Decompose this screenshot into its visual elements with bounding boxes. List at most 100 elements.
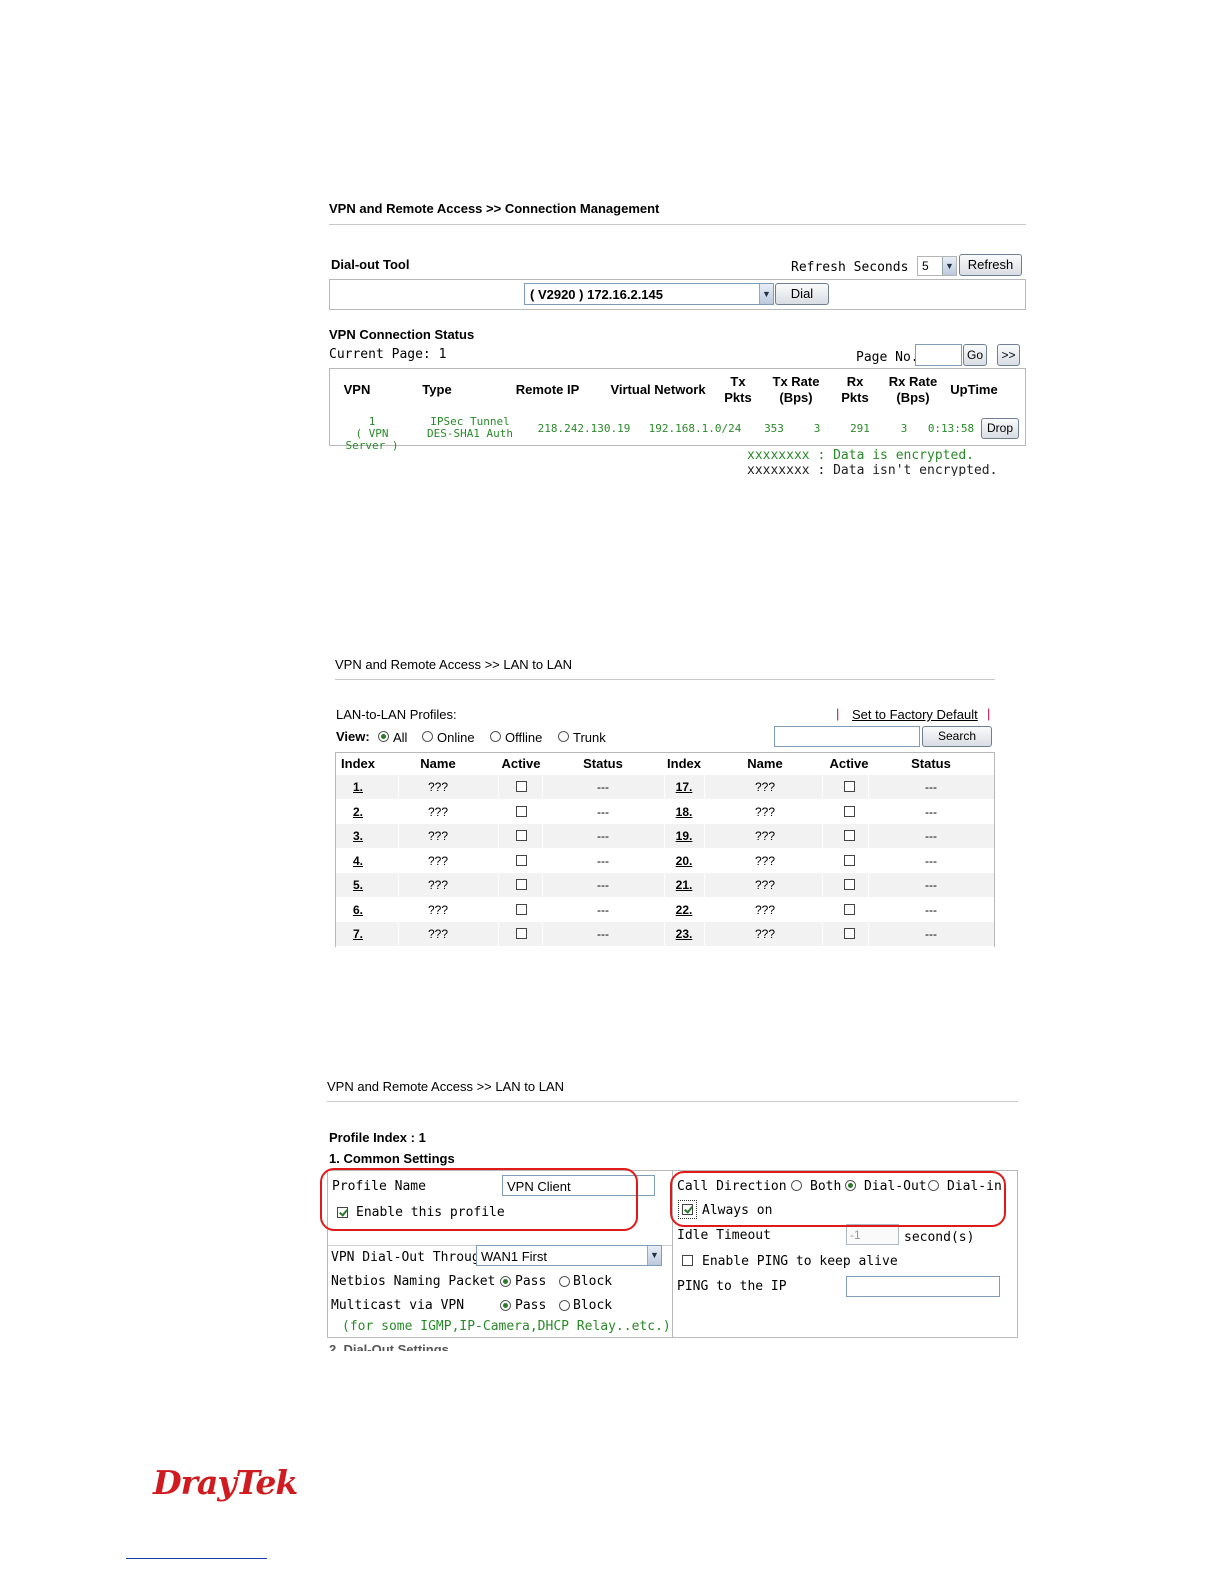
multicast-block-radio[interactable] [559,1300,570,1311]
profile-index-link[interactable]: 22. [664,903,704,917]
next-page-button[interactable]: >> [997,344,1020,366]
active-checkbox[interactable] [516,904,527,915]
drop-button[interactable]: Drop [981,418,1019,439]
profile-status: --- [597,805,609,819]
active-checkbox[interactable] [516,806,527,817]
profile-index-link[interactable]: 3. [338,829,378,843]
profile-status: --- [925,927,937,941]
column-header: VPN [343,382,371,397]
breadcrumb: VPN and Remote Access >> Connection Mana… [329,201,660,216]
dial-target-select[interactable]: ( V2920 ) 172.16.2.145 ▼ [524,283,774,305]
active-checkbox[interactable] [516,855,527,866]
active-checkbox[interactable] [844,781,855,792]
column-header: Remote IP [515,382,580,397]
active-checkbox[interactable] [844,830,855,841]
vpn-index: 1 ( VPN Server ) [333,416,411,452]
profile-index-link[interactable]: 20. [664,854,704,868]
netbios-pass-radio[interactable] [500,1276,511,1287]
active-checkbox[interactable] [844,904,855,915]
cell-divider [542,922,543,946]
highlight-annotation [320,1168,638,1231]
divider [327,1101,1018,1102]
profile-index-link[interactable]: 7. [338,927,378,941]
enable-ping-checkbox[interactable] [682,1255,693,1266]
cell-divider [822,775,823,799]
cell-divider [542,849,543,873]
cell-divider [704,873,705,897]
profile-index-link[interactable]: 19. [664,829,704,843]
dialout-through-value: WAN1 First [481,1249,547,1264]
active-checkbox[interactable] [516,928,527,939]
active-checkbox[interactable] [844,855,855,866]
netbios-block-label: Block [573,1274,613,1289]
profile-index-link[interactable]: 5. [338,878,378,892]
idle-timeout-input[interactable]: -1 [846,1224,899,1245]
search-input[interactable] [774,726,920,747]
ping-ip-input[interactable] [846,1276,1000,1297]
profiles-title: LAN-to-LAN Profiles: [336,707,457,722]
dialout-through-label: VPN Dial-Out Through [331,1250,488,1265]
profile-name: ??? [427,805,449,819]
profile-status: --- [925,780,937,794]
cell-divider [398,922,399,946]
column-header: Status [911,756,951,771]
column-header: Name [747,756,783,771]
view-all-radio[interactable] [378,731,389,742]
tx-rate: 3 [813,422,821,435]
profile-index-link[interactable]: 2. [338,805,378,819]
profile-index-link[interactable]: 6. [338,903,378,917]
profile-status: --- [597,927,609,941]
view-offline-radio[interactable] [490,731,501,742]
cell-divider [398,824,399,848]
factory-default-link[interactable]: Set to Factory Default [852,707,978,722]
dialout-through-select[interactable]: WAN1 First ▼ [476,1245,662,1266]
profile-index-link[interactable]: 17. [664,780,704,794]
cell-divider [398,775,399,799]
cell-divider [398,849,399,873]
profile-index-link[interactable]: 21. [664,878,704,892]
column-header: Name [420,756,456,771]
cell-divider [542,898,543,922]
refresh-seconds-value: 5 [922,259,929,273]
remote-ip: 218.242.130.19 [537,422,631,435]
refresh-button[interactable]: Refresh [959,254,1022,276]
profile-index: Profile Index : 1 [329,1130,426,1145]
column-header: Rx Pkts [841,374,869,405]
profile-index-link[interactable]: 23. [664,927,704,941]
chevron-down-icon: ▼ [647,1246,661,1265]
profile-status: --- [597,854,609,868]
page-no-input[interactable] [915,344,962,366]
view-online-radio[interactable] [422,731,433,742]
column-header: Index [341,756,375,771]
cell-divider [704,849,705,873]
cell-divider [498,873,499,897]
profile-index-link[interactable]: 4. [338,854,378,868]
refresh-seconds-select[interactable]: 5 ▼ [917,256,957,276]
cell-divider [822,849,823,873]
profile-index-link[interactable]: 18. [664,805,704,819]
multicast-note: (for some IGMP,IP-Camera,DHCP Relay..etc… [342,1319,671,1334]
column-header: UpTime [950,382,998,397]
active-checkbox[interactable] [844,879,855,890]
separator: | [987,706,991,721]
active-checkbox[interactable] [516,879,527,890]
cell-divider [398,898,399,922]
active-checkbox[interactable] [516,781,527,792]
profile-name: ??? [427,927,449,941]
profile-status: --- [925,878,937,892]
profile-name: ??? [754,805,776,819]
multicast-pass-radio[interactable] [500,1300,511,1311]
cell-divider [398,800,399,824]
search-button[interactable]: Search [922,726,992,747]
active-checkbox[interactable] [844,806,855,817]
active-checkbox[interactable] [516,830,527,841]
netbios-block-radio[interactable] [559,1276,570,1287]
go-button[interactable]: Go [963,344,987,366]
cell-divider [498,849,499,873]
cell-divider [704,922,705,946]
view-trunk-radio[interactable] [558,731,569,742]
column-header: Rx Rate (Bps) [888,374,938,405]
active-checkbox[interactable] [844,928,855,939]
dial-button[interactable]: Dial [775,283,829,305]
profile-index-link[interactable]: 1. [338,780,378,794]
